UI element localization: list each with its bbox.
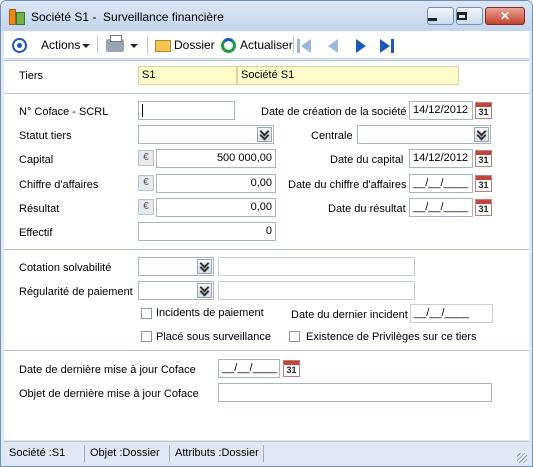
next-record-icon[interactable] <box>356 39 366 53</box>
effectif-label: Effectif <box>19 227 53 239</box>
calendar-icon[interactable]: 31 <box>283 360 300 377</box>
chevron-down-icon <box>82 43 91 48</box>
close-icon: ✕ <box>499 9 511 23</box>
regularite-description <box>218 281 415 300</box>
objet-maj-coface-input[interactable] <box>218 383 492 402</box>
target-icon[interactable] <box>12 38 27 53</box>
divider <box>4 93 529 94</box>
date-maj-coface-input[interactable]: __/__/____ <box>218 359 280 378</box>
cotation-label: Cotation solvabilité <box>19 262 112 274</box>
incidents-checkbox[interactable] <box>141 308 152 319</box>
date-chiffre-affaires-label: Date du chiffre d'affaires <box>288 179 407 191</box>
cotation-description <box>218 257 415 276</box>
cotation-select[interactable] <box>138 257 214 276</box>
tiers-label: Tiers <box>19 70 44 82</box>
toolbar: Actions Dossier Actualiser <box>4 31 529 59</box>
chiffre-affaires-label: Chiffre d'affaires <box>19 179 99 191</box>
dossier-button[interactable]: Dossier <box>174 31 215 59</box>
capital-label: Capital <box>19 154 54 166</box>
calendar-icon[interactable]: 31 <box>475 150 492 167</box>
refresh-icon <box>221 38 236 53</box>
status-bar: Société :S1 Objet :Dossier Attributs :Do… <box>4 441 529 465</box>
folder-icon <box>155 40 171 52</box>
resultat-input[interactable]: 0,00 <box>156 198 276 217</box>
date-capital-input[interactable]: 14/12/2012 <box>409 149 473 168</box>
divider <box>4 60 529 61</box>
date-dernier-incident-label: Date du dernier incident <box>291 309 408 321</box>
maximize-button[interactable] <box>456 7 483 25</box>
date-resultat-input[interactable]: __/__/____ <box>409 198 473 217</box>
centrale-label: Centrale <box>311 130 353 142</box>
euro-icon: € <box>138 175 154 191</box>
date-resultat-label: Date du résultat <box>328 203 406 215</box>
date-creation-label: Date de création de la société <box>261 106 407 118</box>
regularite-label: Régularité de paiement <box>19 286 133 298</box>
calendar-icon[interactable]: 31 <box>475 175 492 192</box>
text-cursor <box>142 103 143 117</box>
chevron-down-icon <box>130 43 138 48</box>
actions-menu-button[interactable]: Actions <box>41 31 91 59</box>
date-maj-coface-label: Date de dernière mise à jour Coface <box>19 364 196 376</box>
divider <box>4 350 529 351</box>
effectif-input[interactable]: 0 <box>138 222 276 241</box>
divider <box>4 249 529 250</box>
toolbar-separator <box>147 36 148 54</box>
statut-tiers-select[interactable] <box>138 125 274 144</box>
date-chiffre-affaires-input[interactable]: __/__/____ <box>409 174 473 193</box>
date-dernier-incident-input: __/__/____ <box>410 304 493 323</box>
maximize-icon <box>457 12 467 20</box>
chevron-down-icon[interactable] <box>197 259 212 274</box>
euro-icon: € <box>138 199 154 215</box>
date-creation-input[interactable]: 14/12/2012 <box>409 101 473 120</box>
date-capital-label: Date du capital <box>330 154 404 166</box>
privileges-label: Existence de Privilèges sur ce tiers <box>306 331 477 343</box>
status-separator <box>169 445 170 462</box>
minimize-button[interactable] <box>427 7 454 25</box>
statut-tiers-label: Statut tiers <box>19 130 72 142</box>
resize-grip-icon[interactable] <box>517 453 527 463</box>
coface-input[interactable] <box>138 101 235 120</box>
surveillance-label: Placé sous surveillance <box>156 331 271 343</box>
status-separator <box>84 445 85 462</box>
first-record-icon[interactable] <box>297 39 311 53</box>
capital-input[interactable]: 500 000,00 <box>156 149 276 168</box>
form-panel: Tiers S1 Société S1 N° Coface - SCRL Dat… <box>4 60 529 440</box>
status-societe: Société :S1 <box>9 447 66 459</box>
actualiser-button[interactable]: Actualiser <box>240 31 293 59</box>
chevron-down-icon[interactable] <box>197 283 212 298</box>
print-menu-button[interactable] <box>128 31 138 59</box>
toolbar-separator <box>293 36 294 54</box>
close-button[interactable]: ✕ <box>485 7 525 25</box>
privileges-checkbox[interactable] <box>289 331 300 342</box>
objet-maj-coface-label: Objet de dernière mise à jour Coface <box>19 388 199 400</box>
chevron-down-icon[interactable] <box>257 127 272 142</box>
previous-record-icon[interactable] <box>328 39 338 53</box>
application-window: Société S1 - Surveillance financière ✕ A… <box>0 0 533 467</box>
tiers-code-field[interactable]: S1 <box>138 66 237 85</box>
status-separator <box>263 445 264 462</box>
actions-label: Actions <box>41 38 81 52</box>
resultat-label: Résultat <box>19 203 60 215</box>
app-logo-icon <box>9 9 25 25</box>
coface-label: N° Coface - SCRL <box>19 106 109 118</box>
status-objet: Objet :Dossier <box>90 447 160 459</box>
printer-icon[interactable] <box>106 35 124 52</box>
last-record-icon[interactable] <box>380 39 394 53</box>
regularite-select[interactable] <box>138 281 214 300</box>
surveillance-checkbox[interactable] <box>141 331 152 342</box>
chevron-down-icon[interactable] <box>474 127 489 142</box>
status-attributs: Attributs :Dossier <box>175 447 259 459</box>
centrale-select[interactable] <box>357 125 491 144</box>
calendar-icon[interactable]: 31 <box>475 199 492 216</box>
window-title: Société S1 - Surveillance financière <box>31 10 224 24</box>
euro-icon: € <box>138 150 154 166</box>
calendar-icon[interactable]: 31 <box>475 102 492 119</box>
incidents-label: Incidents de paiement <box>156 307 264 319</box>
chiffre-affaires-input[interactable]: 0,00 <box>156 174 276 193</box>
title-bar: Société S1 - Surveillance financière ✕ <box>1 1 532 31</box>
minimize-icon <box>428 18 437 21</box>
tiers-name-field[interactable]: Société S1 <box>237 66 459 85</box>
toolbar-separator <box>97 36 98 54</box>
